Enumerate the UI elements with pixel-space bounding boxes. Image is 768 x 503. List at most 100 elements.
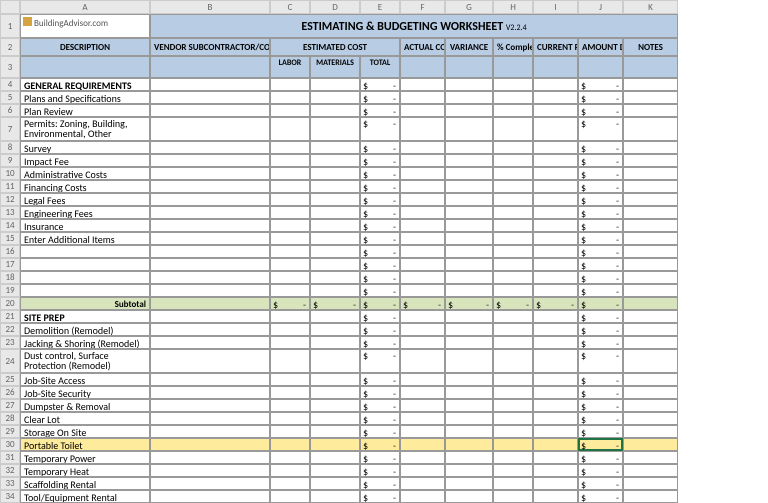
cell[interactable] [400, 438, 445, 451]
description-cell[interactable]: Job-Site Access [20, 373, 150, 386]
cell[interactable] [445, 323, 493, 336]
description-cell[interactable] [20, 245, 150, 258]
cell[interactable] [445, 386, 493, 399]
cell[interactable] [533, 323, 578, 336]
cell[interactable] [400, 245, 445, 258]
row-header[interactable]: 10 [0, 167, 20, 180]
cell[interactable] [493, 206, 533, 219]
cell[interactable]: - [578, 154, 623, 167]
cell[interactable]: - [360, 323, 400, 336]
cell[interactable] [533, 117, 578, 141]
cell[interactable] [270, 490, 310, 503]
cell[interactable] [623, 117, 678, 141]
cell[interactable] [493, 193, 533, 206]
cell[interactable]: - [360, 477, 400, 490]
cell[interactable] [533, 141, 578, 154]
cell[interactable]: - [360, 336, 400, 349]
cell[interactable] [445, 104, 493, 117]
cell[interactable] [493, 91, 533, 104]
cell[interactable] [270, 284, 310, 297]
cell[interactable] [310, 232, 360, 245]
cell[interactable] [310, 117, 360, 141]
cell[interactable] [445, 78, 493, 91]
cell[interactable] [445, 245, 493, 258]
cell[interactable]: - [578, 310, 623, 323]
row-header[interactable]: 16 [0, 245, 20, 258]
cell[interactable] [623, 349, 678, 373]
row-header[interactable]: 26 [0, 386, 20, 399]
row-header[interactable]: 3 [0, 56, 20, 78]
cell[interactable]: - [360, 310, 400, 323]
cell[interactable] [400, 412, 445, 425]
cell[interactable] [310, 193, 360, 206]
description-cell[interactable]: Impact Fee [20, 154, 150, 167]
cell[interactable]: - [360, 271, 400, 284]
row-header[interactable]: 31 [0, 451, 20, 464]
row-header[interactable]: 23 [0, 336, 20, 349]
cell[interactable] [400, 232, 445, 245]
cell[interactable]: - [578, 193, 623, 206]
cell[interactable] [400, 284, 445, 297]
cell[interactable]: - [360, 425, 400, 438]
cell[interactable] [400, 399, 445, 412]
cell[interactable] [400, 373, 445, 386]
cell[interactable]: - [578, 271, 623, 284]
cell[interactable] [533, 91, 578, 104]
row-header[interactable]: 33 [0, 477, 20, 490]
cell[interactable] [400, 206, 445, 219]
cell[interactable]: - [360, 167, 400, 180]
cell[interactable] [623, 154, 678, 167]
cell[interactable]: - [360, 490, 400, 503]
description-cell[interactable]: Financing Costs [20, 180, 150, 193]
cell[interactable] [270, 141, 310, 154]
cell[interactable] [623, 464, 678, 477]
cell[interactable] [445, 219, 493, 232]
cell[interactable] [533, 336, 578, 349]
cell[interactable] [310, 206, 360, 219]
cell[interactable] [400, 464, 445, 477]
cell[interactable] [445, 477, 493, 490]
cell[interactable]: - [578, 425, 623, 438]
cell[interactable] [400, 117, 445, 141]
cell[interactable] [270, 412, 310, 425]
row-header[interactable]: 12 [0, 193, 20, 206]
cell[interactable] [270, 425, 310, 438]
cell[interactable] [150, 349, 270, 373]
cell[interactable] [310, 336, 360, 349]
cell[interactable] [623, 438, 678, 451]
cell[interactable] [150, 386, 270, 399]
cell[interactable] [493, 104, 533, 117]
cell[interactable] [623, 232, 678, 245]
cell[interactable] [623, 323, 678, 336]
cell[interactable] [270, 206, 310, 219]
cell[interactable] [493, 349, 533, 373]
cell[interactable]: - [360, 104, 400, 117]
cell[interactable] [310, 464, 360, 477]
cell[interactable]: - [360, 412, 400, 425]
col-header[interactable]: K [623, 0, 678, 14]
cell[interactable] [150, 154, 270, 167]
description-cell[interactable]: Temporary Heat [20, 464, 150, 477]
cell[interactable] [150, 232, 270, 245]
row-header[interactable]: 19 [0, 284, 20, 297]
cell[interactable] [533, 154, 578, 167]
cell[interactable]: - [578, 336, 623, 349]
cell[interactable] [150, 167, 270, 180]
cell[interactable]: - [578, 117, 623, 141]
cell[interactable] [270, 386, 310, 399]
cell[interactable] [493, 425, 533, 438]
cell[interactable] [493, 477, 533, 490]
cell[interactable] [533, 219, 578, 232]
description-cell[interactable]: Legal Fees [20, 193, 150, 206]
cell[interactable] [493, 310, 533, 323]
description-cell[interactable]: Dust control, Surface Protection (Remode… [20, 349, 150, 373]
cell[interactable] [270, 399, 310, 412]
col-header[interactable]: C [270, 0, 310, 14]
cell[interactable] [310, 477, 360, 490]
cell[interactable]: - [578, 78, 623, 91]
cell[interactable] [150, 117, 270, 141]
cell[interactable] [445, 141, 493, 154]
cell[interactable] [400, 451, 445, 464]
description-cell[interactable]: Job-Site Security [20, 386, 150, 399]
col-header[interactable]: A [20, 0, 150, 14]
